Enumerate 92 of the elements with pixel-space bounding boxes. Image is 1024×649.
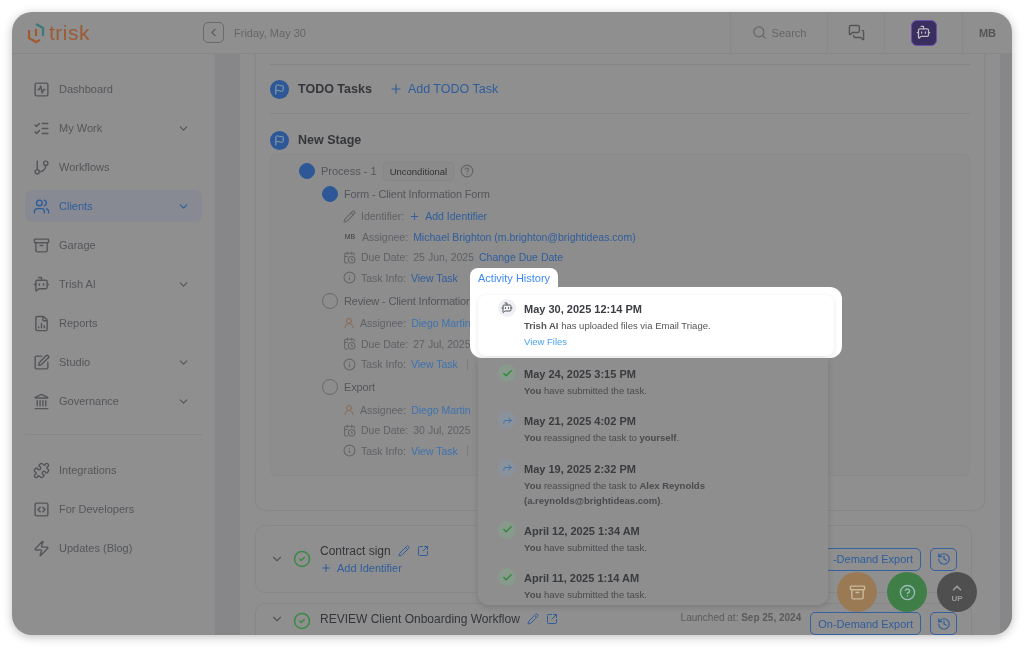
nav-icon: [33, 392, 50, 410]
field-link[interactable]: Add Identifier: [425, 210, 488, 223]
activity-date: April 11, 2025 1:14 AM: [524, 572, 641, 585]
pencil-icon[interactable]: [397, 545, 410, 557]
activity-date: May 24, 2025 3:15 PM: [524, 368, 637, 381]
calendar-icon: [343, 423, 356, 437]
stage-title: New Stage: [298, 133, 362, 147]
plus-icon: [388, 82, 403, 96]
sidebar-item[interactable]: Clients: [25, 190, 202, 222]
activity-date: May 30, 2025 12:14 PM: [524, 303, 644, 315]
chat-icon[interactable]: [847, 24, 865, 41]
nav-icon: [33, 539, 50, 557]
plus-icon: [320, 562, 332, 574]
help-icon[interactable]: [460, 164, 475, 178]
nav-icon: [33, 275, 50, 293]
history-icon: [936, 552, 951, 566]
assignee-icon: [343, 403, 355, 416]
assignee-link[interactable]: Diego Martin: [411, 317, 471, 330]
external-link-icon[interactable]: [416, 545, 429, 557]
activity-text: You have submitted the task.: [524, 588, 648, 603]
nav-icon: [33, 158, 50, 176]
process-dot: [299, 163, 315, 179]
calendar-icon: [343, 250, 356, 264]
activity-text: You have submitted the task.: [524, 384, 648, 399]
info-icon: [343, 271, 356, 285]
field-link[interactable]: Change Due Date: [479, 251, 564, 264]
condition-badge: Unconditional: [382, 161, 455, 181]
logo-text: trisk: [49, 20, 90, 45]
sidebar-item[interactable]: For Developers: [25, 493, 202, 525]
export-button[interactable]: On-Demand Export: [810, 612, 921, 635]
history-button[interactable]: [930, 612, 957, 635]
nav-icon: [33, 314, 50, 332]
history-icon: [936, 616, 951, 631]
activity-text: You have submitted the task.: [524, 540, 648, 555]
calendar-icon: [343, 337, 356, 351]
activity-text: Trish AI has uploaded files via Email Triage.: [524, 319, 712, 333]
view-files-link[interactable]: View Files: [524, 336, 824, 348]
sidebar-item[interactable]: Dashboard: [25, 73, 202, 105]
assignee-link[interactable]: Michael Brighton (m.brighton@brightideas.com): [413, 230, 636, 243]
nav-icon: [33, 236, 50, 254]
sidebar-item[interactable]: Integrations: [25, 454, 202, 486]
help-button[interactable]: [887, 572, 927, 612]
field-link[interactable]: View Task: [410, 271, 458, 284]
history-button[interactable]: [930, 547, 957, 571]
pencil-icon: [343, 209, 356, 223]
sidebar-item[interactable]: Garage: [25, 229, 202, 261]
flag-icon: [270, 130, 289, 150]
add-todo-link[interactable]: Add TODO Task: [388, 82, 499, 96]
section-title: TODO Tasks: [298, 82, 372, 96]
info-icon: [343, 357, 356, 371]
nav-icon: [33, 80, 50, 98]
pencil-icon[interactable]: [526, 613, 539, 625]
check-circle-icon: [293, 612, 311, 630]
scroll-up-button[interactable]: UP: [937, 572, 977, 612]
check-circle-icon: [293, 550, 311, 568]
ai-avatar[interactable]: [910, 19, 937, 46]
nav-icon: [33, 461, 50, 479]
workflow-title: Contract sign: [320, 544, 391, 558]
assignee-icon: [343, 317, 355, 330]
archive-button[interactable]: [837, 572, 877, 612]
sidebar-item[interactable]: Trish AI: [25, 268, 202, 300]
plus-icon: [409, 210, 421, 222]
activity-text: You reassigned the task to yourself.: [524, 431, 681, 446]
field-link[interactable]: View Task: [410, 444, 458, 457]
sidebar-item[interactable]: Reports: [25, 307, 202, 339]
search-icon: [751, 25, 767, 40]
activity-text: You reassigned the task to Alex Reynolds (a.reynolds@brightideas.com).: [524, 478, 706, 508]
back-button[interactable]: [203, 22, 224, 43]
activity-history-tab[interactable]: Activity History: [470, 268, 559, 287]
info-icon: [343, 444, 356, 458]
activity-date: April 12, 2025 1:34 AM: [524, 524, 641, 537]
activity-date: May 21, 2025 4:02 PM: [524, 415, 637, 428]
external-link-icon[interactable]: [545, 613, 558, 625]
sidebar-item[interactable]: My Work: [25, 112, 202, 144]
logo-icon: [26, 21, 46, 44]
flag-icon: [270, 79, 289, 99]
workflow-title: REVIEW Client Onboarding Workflow: [320, 612, 520, 626]
help-icon: [898, 583, 916, 601]
nav-icon: [33, 197, 50, 215]
archive-icon: [848, 583, 866, 601]
nav-icon: [33, 353, 50, 371]
add-identifier-link[interactable]: Add Identifier: [320, 562, 402, 574]
field-link[interactable]: View Task: [410, 358, 458, 371]
sidebar-item[interactable]: Governance: [25, 385, 202, 417]
assignee-link[interactable]: Diego Martin: [411, 403, 471, 416]
task-title: Export: [344, 381, 375, 393]
sidebar-item[interactable]: Workflows: [25, 151, 202, 183]
user-initials[interactable]: MB: [978, 26, 997, 39]
nav-icon: [33, 500, 50, 518]
sidebar-item[interactable]: Studio: [25, 346, 202, 378]
activity-date: May 19, 2025 2:32 PM: [524, 462, 637, 475]
sidebar-item[interactable]: Updates (Blog): [25, 532, 202, 564]
